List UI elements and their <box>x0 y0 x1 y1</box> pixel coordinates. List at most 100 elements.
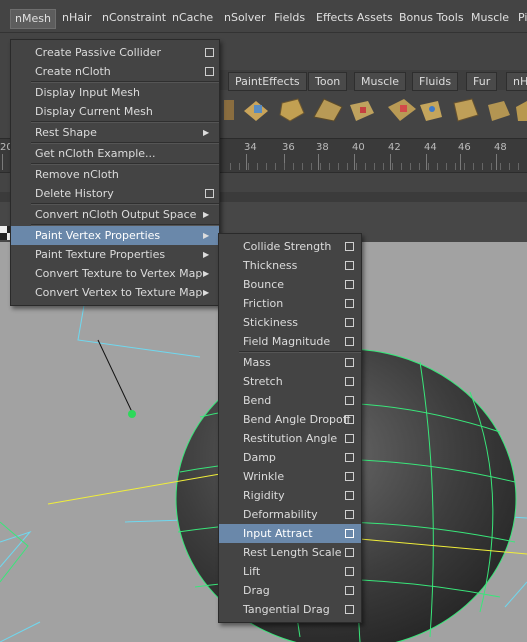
menu-item-deformability[interactable]: Deformability <box>219 505 361 524</box>
menubar-item-muscle[interactable]: Muscle <box>467 9 513 27</box>
menu-item-label: Drag <box>243 584 270 597</box>
option-box-icon[interactable] <box>345 261 354 270</box>
shelf-tool-icon[interactable] <box>224 100 234 120</box>
menu-item-collide-strength[interactable]: Collide Strength <box>219 237 361 256</box>
menubar-item-fields[interactable]: Fields <box>270 9 309 27</box>
shelf-tab-fur[interactable]: Fur <box>466 72 498 91</box>
menu-item-rest-shape[interactable]: Rest Shape ▶ <box>11 123 219 142</box>
menubar-item-nhair[interactable]: nHair <box>58 9 96 27</box>
menubar-item-ncache[interactable]: nCache <box>168 9 217 27</box>
menubar: nMesh nHair nConstraint nCache nSolver Fields… <box>0 0 527 33</box>
option-box-icon[interactable] <box>345 396 354 405</box>
shelf-tab-toon[interactable]: Toon <box>308 72 348 91</box>
menu-item-convert-texture-to-vertex-map[interactable]: Convert Texture to Vertex Map ▶ <box>11 264 219 283</box>
option-box-icon[interactable] <box>345 299 354 308</box>
menu-item-bend[interactable]: Bend <box>219 391 361 410</box>
menubar-item-nconstraint[interactable]: nConstraint <box>98 9 170 27</box>
ruler-tick <box>426 154 427 170</box>
menubar-item-bonus-tools[interactable]: Bonus Tools <box>395 9 468 27</box>
menu-item-label: Mass <box>243 356 271 369</box>
option-box-icon[interactable] <box>345 548 354 557</box>
menu-item-remove-ncloth[interactable]: Remove nCloth <box>11 165 219 184</box>
option-box-icon[interactable] <box>205 48 214 57</box>
menu-item-label: Lift <box>243 565 261 578</box>
menu-item-mass[interactable]: Mass <box>219 353 361 372</box>
option-box-icon[interactable] <box>345 510 354 519</box>
option-box-icon[interactable] <box>345 434 354 443</box>
shelf-tool-icon[interactable] <box>279 98 305 122</box>
menu-item-create-ncloth[interactable]: Create nCloth <box>11 62 219 81</box>
menu-item-thickness[interactable]: Thickness <box>219 256 361 275</box>
option-box-icon[interactable] <box>345 529 354 538</box>
menu-item-label: Remove nCloth <box>35 168 119 181</box>
option-box-icon[interactable] <box>345 453 354 462</box>
menubar-item-pi[interactable]: Pi <box>514 9 527 27</box>
option-box-icon[interactable] <box>205 189 214 198</box>
shelf-tool-icon[interactable] <box>350 101 374 121</box>
menu-item-restitution-angle[interactable]: Restitution Angle <box>219 429 361 448</box>
shelf-tab-nha[interactable]: nHa <box>506 72 527 91</box>
menu-item-bounce[interactable]: Bounce <box>219 275 361 294</box>
option-box-icon[interactable] <box>345 491 354 500</box>
ruler-tick <box>496 154 497 170</box>
menu-item-label: Stretch <box>243 375 283 388</box>
submenu-arrow-icon: ▶ <box>203 128 210 137</box>
menu-item-bend-angle-dropoff[interactable]: Bend Angle Dropoff <box>219 410 361 429</box>
option-box-icon[interactable] <box>345 586 354 595</box>
ruler-minor-tick <box>239 163 240 170</box>
menu-item-input-attract[interactable]: Input Attract <box>219 524 361 543</box>
menu-item-wrinkle[interactable]: Wrinkle <box>219 467 361 486</box>
menu-item-stretch[interactable]: Stretch <box>219 372 361 391</box>
menu-item-convert-ncloth-output-space[interactable]: Convert nCloth Output Space ▶ <box>11 205 219 224</box>
menu-item-paint-vertex-properties[interactable]: Paint Vertex Properties ▶ <box>11 226 219 245</box>
shelf-tool-icon[interactable] <box>488 101 510 121</box>
shelf-tab-painteffects[interactable]: PaintEffects <box>228 72 307 91</box>
menubar-item-nsolver[interactable]: nSolver <box>220 9 270 27</box>
option-box-icon[interactable] <box>205 67 214 76</box>
menu-item-create-passive-collider[interactable]: Create Passive Collider <box>11 43 219 62</box>
menu-item-friction[interactable]: Friction <box>219 294 361 313</box>
menu-item-label: Create nCloth <box>35 65 111 78</box>
menu-item-drag[interactable]: Drag <box>219 581 361 600</box>
locator[interactable] <box>97 339 136 418</box>
shelf-tool-icon[interactable] <box>244 101 268 121</box>
shelf-tool-icon[interactable] <box>516 101 527 121</box>
menu-item-get-ncloth-example[interactable]: Get nCloth Example... <box>11 144 219 163</box>
option-box-icon[interactable] <box>345 242 354 251</box>
ruler-minor-tick <box>419 163 420 170</box>
shelf-tab-muscle[interactable]: Muscle <box>354 72 407 91</box>
shelf-tool-icon[interactable] <box>313 98 343 122</box>
option-box-icon[interactable] <box>345 415 354 424</box>
ruler-minor-tick <box>230 163 231 170</box>
menubar-item-effects-assets[interactable]: Effects Assets <box>312 9 397 27</box>
menu-item-tangential-drag[interactable]: Tangential Drag <box>219 600 361 619</box>
menu-item-label: Friction <box>243 297 284 310</box>
menu-item-display-current-mesh[interactable]: Display Current Mesh <box>11 102 219 121</box>
menu-item-delete-history[interactable]: Delete History <box>11 184 219 203</box>
shelf-tool-icon[interactable] <box>453 98 479 122</box>
menu-item-field-magnitude[interactable]: Field Magnitude <box>219 332 361 351</box>
option-box-icon[interactable] <box>345 318 354 327</box>
menu-item-convert-vertex-to-texture-map[interactable]: Convert Vertex to Texture Map ▶ <box>11 283 219 302</box>
shelf-tool-icon[interactable] <box>388 99 416 121</box>
menu-item-label: Bend <box>243 394 272 407</box>
shelf-tab-fluids[interactable]: Fluids <box>412 72 459 91</box>
menubar-item-nmesh[interactable]: nMesh <box>10 9 56 29</box>
option-box-icon[interactable] <box>345 280 354 289</box>
nmesh-menu: Create Passive Collider Create nCloth Disp… <box>10 39 220 306</box>
menu-item-rigidity[interactable]: Rigidity <box>219 486 361 505</box>
option-box-icon[interactable] <box>345 377 354 386</box>
menu-item-rest-length-scale[interactable]: Rest Length Scale <box>219 543 361 562</box>
ruler-minor-tick <box>464 163 465 170</box>
menu-item-stickiness[interactable]: Stickiness <box>219 313 361 332</box>
option-box-icon[interactable] <box>345 472 354 481</box>
option-box-icon[interactable] <box>345 605 354 614</box>
option-box-icon[interactable] <box>345 358 354 367</box>
menu-item-display-input-mesh[interactable]: Display Input Mesh <box>11 83 219 102</box>
option-box-icon[interactable] <box>345 337 354 346</box>
menu-item-paint-texture-properties[interactable]: Paint Texture Properties ▶ <box>11 245 219 264</box>
menu-item-lift[interactable]: Lift <box>219 562 361 581</box>
shelf-tool-icon[interactable] <box>420 101 442 121</box>
option-box-icon[interactable] <box>345 567 354 576</box>
menu-item-damp[interactable]: Damp <box>219 448 361 467</box>
